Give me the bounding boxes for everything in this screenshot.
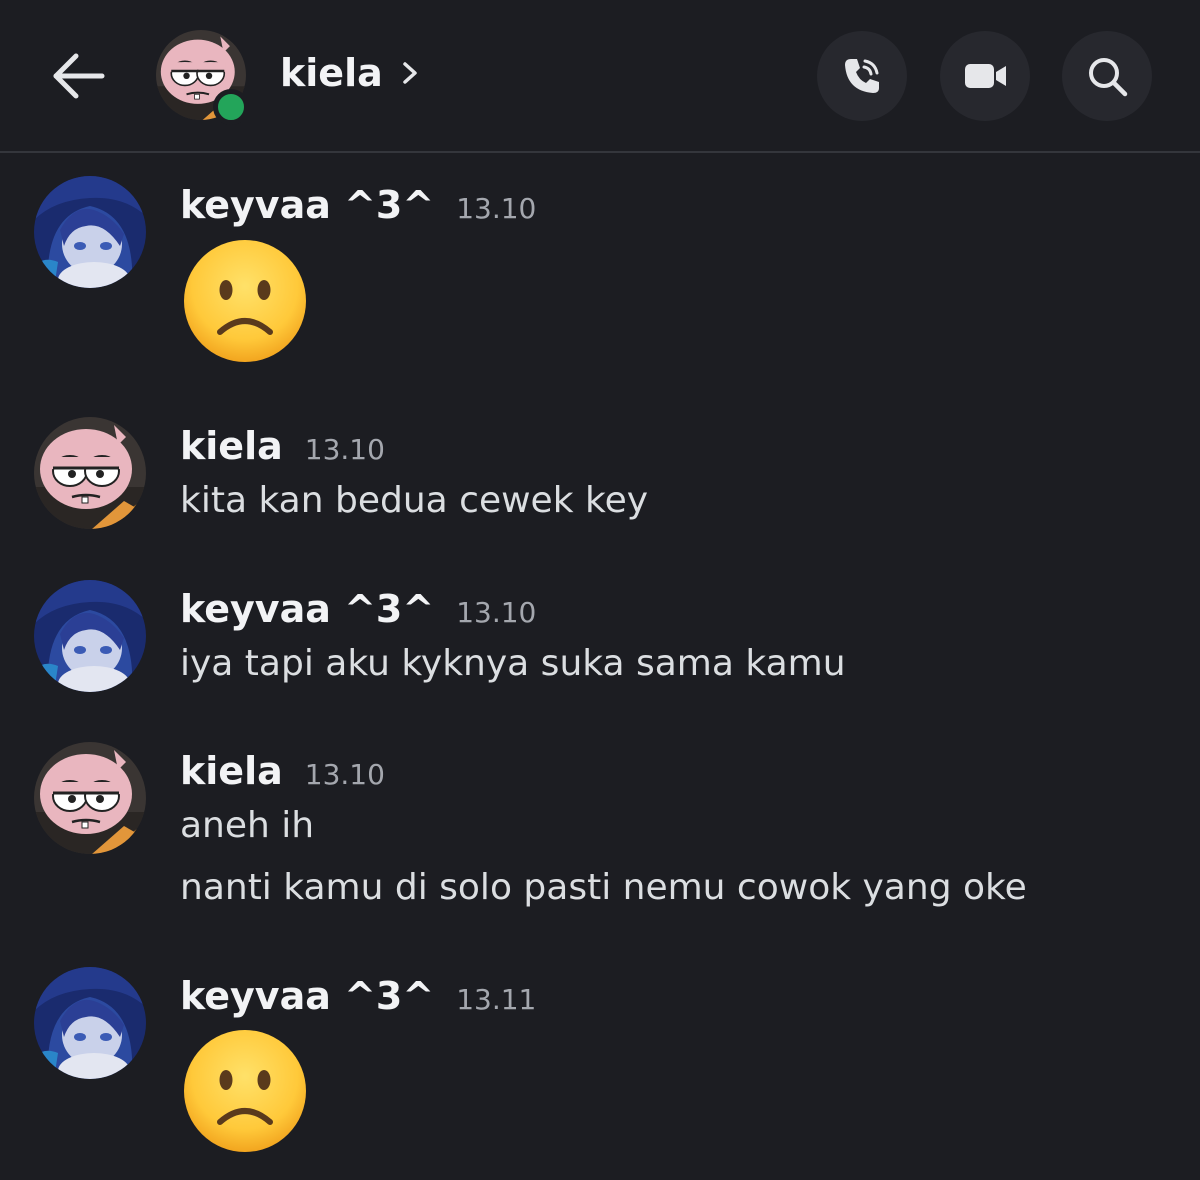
author-avatar[interactable] [34,417,146,529]
message-text: aneh ih [180,805,315,846]
slightly-frowning-face-icon [182,1028,308,1154]
author-avatar[interactable] [34,967,146,1079]
contact-title[interactable]: kiela [280,45,423,101]
search-icon [1089,58,1128,97]
author-name[interactable]: kiela [180,749,283,793]
message-timestamp: 13.10 [456,596,537,629]
chat-header: kiela [0,0,1200,153]
message-timestamp: 13.11 [456,983,537,1016]
message-text: kita kan bedua cewek key [180,480,649,521]
author-name[interactable]: keyvaa ^3^ [180,974,434,1018]
message-timestamp: 13.10 [304,433,385,466]
author-avatar[interactable] [34,742,146,854]
online-status-indicator [213,89,249,125]
message-text: nanti kamu di solo pasti nemu cowok yang… [180,867,1027,908]
phone-icon [845,59,879,93]
search-button[interactable] [1062,31,1152,121]
author-name[interactable]: keyvaa ^3^ [180,587,434,631]
message-timestamp: 13.10 [456,192,537,225]
arrow-left-icon [53,53,105,99]
author-avatar[interactable] [34,580,146,692]
voice-call-button[interactable] [817,31,907,121]
author-avatar[interactable] [34,176,146,288]
slightly-frowning-face-icon [182,238,308,364]
contact-name: kiela [280,51,383,95]
video-call-button[interactable] [940,31,1030,121]
chevron-right-icon [403,62,417,84]
message-timestamp: 13.10 [304,758,385,791]
back-button[interactable] [48,46,108,106]
author-name[interactable]: kiela [180,424,283,468]
message-text: iya tapi aku kyknya suka sama kamu [180,643,846,684]
author-name[interactable]: keyvaa ^3^ [180,183,434,227]
video-camera-icon [965,64,1006,88]
